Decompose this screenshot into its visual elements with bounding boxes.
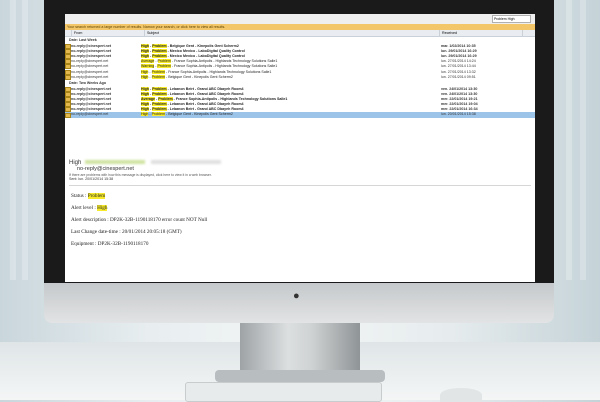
group-header[interactable]: Date: Two Weeks Ago [65,80,535,87]
display-info-bar[interactable]: If there are problems with how this mess… [65,173,535,177]
column-subject[interactable]: Subject [145,30,440,36]
sent-date: Sent: lun. 20/01/2014 15:38 [69,176,114,181]
keyboard [185,382,382,402]
monitor-foot [215,370,385,382]
toolbar: Problem High [65,14,535,24]
redacted-text [85,160,146,165]
search-input[interactable]: Problem High [492,15,531,23]
group-header[interactable]: Date: Last Week [65,37,535,44]
status-label: Status : [71,192,88,199]
message-row[interactable]: no-reply@cinespert.net High - Problem - B… [65,74,535,80]
message-from: no-reply@cinespert.net [71,112,109,117]
column-received[interactable]: Received [440,30,523,36]
description-line: Alert description : DP2K-32B-1190118170 … [71,216,208,223]
sender-address[interactable]: no-reply@cinespert.net [65,166,535,173]
message-from: no-reply@cinespert.net [71,74,109,79]
message-date: lun. 20/01/2014 15:38 [441,112,476,117]
window-blind [566,0,572,280]
status-line: Status : Problem [71,192,535,199]
message-list: Date: Last Week no-reply@cinespert.net Hig… [65,37,535,118]
greeting-line: High [65,160,535,166]
reading-pane: High no-reply@cinespert.net If there are… [65,160,535,282]
email-client-screen: Problem High Your search returned a larg… [65,14,535,282]
message-row[interactable]: no-reply@cinespert.net High - Problem - B… [65,112,535,118]
column-header: From Subject Received [65,30,535,37]
message-subject: High - Problem - Belgique Gent - Kinepol… [141,74,233,79]
icon-column-header [65,30,72,36]
message-subject: High - Problem - Belgique Gent - Kinepol… [141,112,233,117]
redacted-text [150,160,221,165]
monitor-stand [240,323,360,375]
equipment-line: Equipment : DP2K-32B-1190118170 [71,241,149,248]
window-blind [580,0,586,280]
message-body: Status : Problem Alert level : High Aler… [65,192,535,248]
window-blind [22,0,28,280]
status-value: Problem [87,192,106,199]
window-blind [10,0,16,280]
column-from[interactable]: From [72,30,145,36]
apple-logo-icon: ● [293,290,300,302]
monitor-chin [44,283,554,323]
message-date: lun. 27/01/2014 09:51 [441,74,476,79]
divider [69,184,531,186]
alert-label: Alert level : [71,204,98,211]
alert-value: High [97,204,108,211]
last-change-line: Last Change date-time : 20/01/2014 20:05… [71,229,182,236]
alert-line: Alert level : High [71,204,535,211]
